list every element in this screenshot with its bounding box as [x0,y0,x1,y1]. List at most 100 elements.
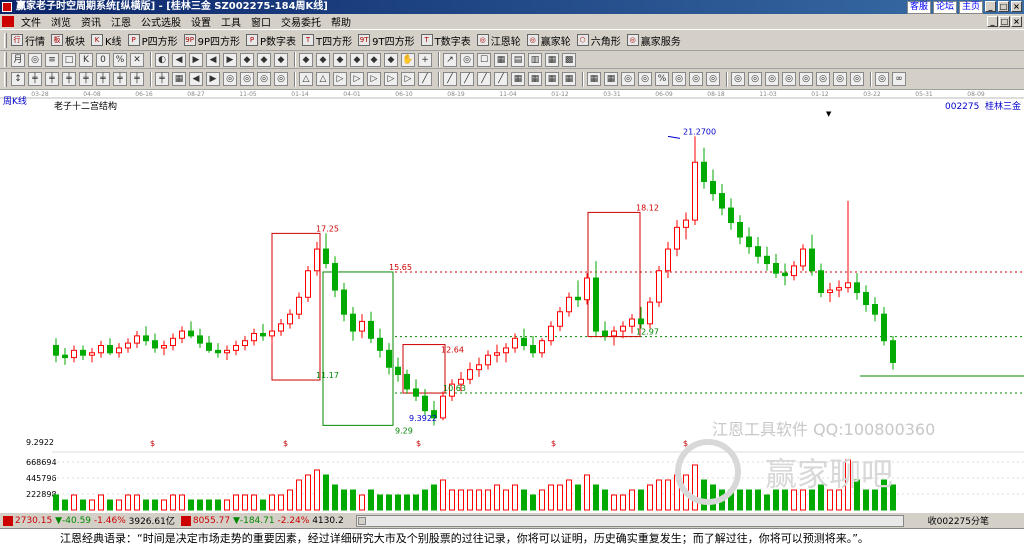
draw-tool-icon-5[interactable]: ╪ [96,72,110,86]
period-tool-icon-22[interactable]: ✋ [401,52,415,67]
period-tool-icon-25[interactable]: ◎ [460,52,474,67]
draw-tool-icon-26[interactable]: ╱ [477,72,491,86]
draw-tool-icon-0[interactable]: ↕ [11,72,25,86]
draw-tool-icon-33[interactable]: ▦ [604,72,618,86]
draw-tool-icon-34[interactable]: ◎ [621,72,635,86]
period-tool-icon-18[interactable]: ◆ [333,52,347,67]
candlestick-chart[interactable]: 03-28 04-08 06-16 08-27 11-05 01-14 04-01 06-10… [0,90,1024,512]
draw-tool-icon-12[interactable]: ◎ [223,72,237,86]
period-tool-icon-29[interactable]: ▥ [528,52,542,67]
period-tool-icon-26[interactable]: ☐ [477,52,491,67]
menu-news[interactable]: 资讯 [76,14,106,29]
draw-tool-icon-41[interactable]: ◎ [748,72,762,86]
toolbar-button-6[interactable]: T T四方形 [302,33,352,48]
draw-tool-icon-47[interactable]: ◎ [850,72,864,86]
period-tool-icon-11[interactable]: ◀ [206,52,220,67]
draw-tool-icon-24[interactable]: ╱ [443,72,457,86]
draw-tool-icon-30[interactable]: ▦ [545,72,559,86]
period-tool-icon-24[interactable]: ↗ [443,52,457,67]
mdi-close-button[interactable]: × [1011,16,1022,27]
draw-tool-icon-38[interactable]: ◎ [689,72,703,86]
draw-tool-icon-15[interactable]: ◎ [274,72,288,86]
period-tool-icon-16[interactable]: ◆ [299,52,313,67]
toolbar-button-4[interactable]: 9P 9P四方形 [183,33,240,48]
doc-icon[interactable] [2,16,14,27]
draw-tool-icon-25[interactable]: ╱ [460,72,474,86]
period-tool-icon-7[interactable]: ✕ [130,52,144,67]
toolbar-button-5[interactable]: P P数字表 [246,33,296,48]
period-tool-icon-13[interactable]: ◆ [240,52,254,67]
draw-tool-icon-18[interactable]: ▷ [333,72,347,86]
draw-tool-icon-14[interactable]: ◎ [257,72,271,86]
draw-tool-icon-16[interactable]: △ [299,72,313,86]
horizontal-scrollbar[interactable] [356,515,904,527]
period-tool-icon-19[interactable]: ◆ [350,52,364,67]
draw-tool-icon-10[interactable]: ◀ [189,72,203,86]
chart-area[interactable]: 03-28 04-08 06-16 08-27 11-05 01-14 04-01 06-10… [0,90,1024,512]
period-tool-icon-15[interactable]: ◆ [274,52,288,67]
menu-trade[interactable]: 交易委托 [276,14,326,29]
draw-tool-icon-43[interactable]: ◎ [782,72,796,86]
menu-settings[interactable]: 设置 [186,14,216,29]
toolbar-grip[interactable] [4,32,7,48]
menu-gann[interactable]: 江恩 [106,14,136,29]
forum-link[interactable]: 论坛 [932,1,957,14]
draw-tool-icon-36[interactable]: % [655,72,669,86]
minimize-button[interactable]: _ [985,1,996,12]
toolbar-grip[interactable] [4,52,7,67]
toolbar-button-1[interactable]: 板板块 [51,33,85,48]
period-tool-icon-21[interactable]: ◆ [384,52,398,67]
menu-tools[interactable]: 工具 [216,14,246,29]
draw-tool-icon-20[interactable]: ▷ [367,72,381,86]
sh-index-status[interactable]: 2730.15 ▼-40.59 -1.46% 3926.61亿 [0,514,178,527]
toolbar-button-2[interactable]: K K线 [91,33,122,48]
period-tool-icon-3[interactable]: □ [62,52,76,67]
draw-tool-icon-11[interactable]: ▶ [206,72,220,86]
menu-window[interactable]: 窗口 [246,14,276,29]
draw-tool-icon-35[interactable]: ◎ [638,72,652,86]
draw-tool-icon-37[interactable]: ◎ [672,72,686,86]
toolbar-button-10[interactable]: ◎ 赢家轮 [526,33,571,48]
tick-info[interactable]: 收002275分笔 [925,514,992,527]
draw-tool-icon-1[interactable]: ╪ [28,72,42,86]
draw-tool-icon-22[interactable]: ▷ [401,72,415,86]
toolbar-button-9[interactable]: ◎ 江恩轮 [476,33,521,48]
draw-tool-icon-21[interactable]: ▷ [384,72,398,86]
draw-tool-icon-19[interactable]: ▷ [350,72,364,86]
draw-tool-icon-49[interactable]: ∞ [892,72,906,86]
draw-tool-icon-44[interactable]: ◎ [799,72,813,86]
period-tool-icon-2[interactable]: ≡ [45,52,59,67]
period-tool-icon-6[interactable]: % [113,52,127,67]
draw-tool-icon-8[interactable]: ╪ [155,72,169,86]
mdi-minimize-button[interactable]: _ [987,16,998,27]
draw-tool-icon-27[interactable]: ╱ [494,72,508,86]
menu-help[interactable]: 帮助 [326,14,356,29]
period-tool-icon-4[interactable]: K [79,52,93,67]
period-tool-icon-30[interactable]: ▦ [545,52,559,67]
draw-tool-icon-13[interactable]: ◎ [240,72,254,86]
home-link[interactable]: 主页 [958,1,983,14]
period-tool-icon-27[interactable]: ▦ [494,52,508,67]
period-tool-icon-23[interactable]: + [418,52,432,67]
maximize-button[interactable]: □ [998,1,1009,12]
draw-tool-icon-45[interactable]: ◎ [816,72,830,86]
toolbar-button-11[interactable]: ⬡ 六角形 [576,33,621,48]
toolbar-button-7[interactable]: 9T 9T四方形 [358,33,415,48]
period-tool-icon-1[interactable]: ◎ [28,52,42,67]
period-tool-icon-0[interactable]: 月 [11,52,25,67]
draw-tool-icon-31[interactable]: ▦ [562,72,576,86]
draw-tool-icon-48[interactable]: ◎ [875,72,889,86]
sz-index-status[interactable]: 8055.77 ▼-184.71 -2.24% 4130.2 [178,515,347,526]
toolbar-button-8[interactable]: T T数字表 [420,33,471,48]
toolbar-button-3[interactable]: P P四方形 [127,33,178,48]
period-tool-icon-5[interactable]: 0 [96,52,110,67]
period-tool-icon-31[interactable]: ▩ [562,52,576,67]
period-tool-icon-20[interactable]: ◆ [367,52,381,67]
draw-tool-icon-40[interactable]: ◎ [731,72,745,86]
draw-tool-icon-7[interactable]: ╪ [130,72,144,86]
draw-tool-icon-9[interactable]: ▦ [172,72,186,86]
period-tool-icon-9[interactable]: ◀ [172,52,186,67]
draw-tool-icon-42[interactable]: ◎ [765,72,779,86]
period-tool-icon-14[interactable]: ◆ [257,52,271,67]
draw-tool-icon-4[interactable]: ╪ [79,72,93,86]
